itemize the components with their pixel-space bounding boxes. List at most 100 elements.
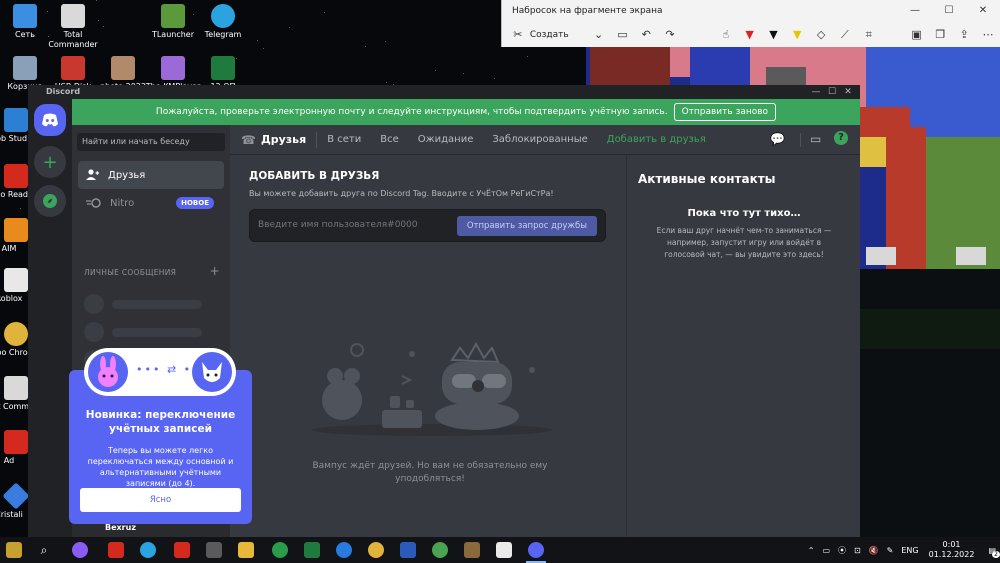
language-indicator[interactable]: ENG bbox=[901, 546, 918, 555]
recycle-bin-icon bbox=[13, 56, 37, 80]
create-button[interactable]: Создать bbox=[530, 30, 569, 40]
network-icon[interactable]: ⊡ bbox=[854, 546, 861, 555]
notifications-icon[interactable]: ▤ 2 bbox=[988, 546, 1000, 558]
chevron-down-icon[interactable]: ⌄ bbox=[587, 28, 611, 41]
taskbar-app-edge[interactable] bbox=[336, 542, 352, 558]
tab-pending[interactable]: Ожидание bbox=[418, 134, 474, 145]
highlighter-icon[interactable]: ▼ bbox=[785, 28, 809, 41]
save-icon[interactable]: ▣ bbox=[905, 28, 929, 41]
open-folder-icon[interactable]: ▭ bbox=[611, 28, 635, 41]
app-name: Discord bbox=[46, 87, 81, 96]
star bbox=[463, 73, 464, 74]
taskbar: ⌕ ⌃ ▭ ⦿ ⊡ 🔇 ✎ ENG 0:01 01.12.2022 ▤ 2 bbox=[0, 537, 1000, 563]
dm-placeholder bbox=[84, 294, 222, 314]
new-snip-icon[interactable]: ✂ bbox=[506, 28, 530, 41]
avatar-bunny bbox=[88, 352, 128, 392]
usb-disk-icon bbox=[61, 56, 85, 80]
taskbar-app-telegram[interactable] bbox=[140, 542, 156, 558]
sidebar-item-friends[interactable]: Друзья bbox=[78, 161, 224, 189]
close-button[interactable]: ✕ bbox=[840, 85, 856, 99]
server-list: + bbox=[28, 99, 72, 537]
add-friend-pane: ДОБАВИТЬ В ДРУЗЬЯ Вы можете добавить дру… bbox=[230, 155, 627, 537]
desktop-icon-total-commander[interactable]: Total Commander bbox=[42, 4, 104, 50]
chevron-up-icon[interactable]: ⌃ bbox=[808, 546, 815, 555]
taskbar-app-word[interactable] bbox=[400, 542, 416, 558]
search-icon[interactable]: ⌕ bbox=[36, 542, 52, 558]
sidebar-item-nitro[interactable]: Nitro НОВОЕ bbox=[78, 189, 224, 217]
ballpoint-pen-icon[interactable]: ▼ bbox=[738, 28, 762, 41]
taskbar-app-pdf[interactable] bbox=[174, 542, 190, 558]
username: Bexruz bbox=[105, 523, 136, 532]
taskbar-app-green[interactable] bbox=[272, 542, 288, 558]
snip-titlebar: Набросок на фрагменте экрана — ☐ ✕ bbox=[502, 0, 1000, 22]
notice-text: Пожалуйста, проверьте электронную почту … bbox=[155, 107, 668, 117]
tab-blocked[interactable]: Заблокированные bbox=[492, 134, 587, 145]
close-button[interactable]: ✕ bbox=[966, 0, 1000, 22]
desktop-icon-telegram[interactable]: Telegram bbox=[192, 4, 254, 40]
tab-online[interactable]: В сети bbox=[327, 134, 361, 145]
star bbox=[20, 208, 21, 209]
record-icon[interactable]: ⦿ bbox=[838, 545, 846, 556]
pencil-icon[interactable]: ▼ bbox=[762, 28, 786, 41]
tab-all[interactable]: Все bbox=[380, 134, 399, 145]
redo-icon[interactable]: ↷ bbox=[658, 28, 682, 41]
taskbar-app-minecraft[interactable] bbox=[464, 542, 480, 558]
snip-and-sketch-window: Набросок на фрагменте экрана — ☐ ✕ ✂ Соз… bbox=[501, 0, 1000, 47]
snip-toolbar: ✂ Создать ⌄ ▭ ↶ ↷ ☝ ▼ ▼ ▼ ◇ ⟋ ⌗ ▣ ❐ ⇪ ⋯ bbox=[502, 22, 1000, 47]
search-input[interactable]: Найти или начать беседу bbox=[77, 133, 225, 151]
taskbar-app-snip[interactable] bbox=[496, 542, 512, 558]
sidebar-item-label: Друзья bbox=[108, 169, 146, 181]
copy-icon[interactable]: ❐ bbox=[928, 28, 952, 41]
crop-icon[interactable]: ⌗ bbox=[857, 28, 881, 42]
popup-title: Новинка: переключение учётных записей bbox=[85, 409, 236, 435]
ruler-icon[interactable]: ⟋ bbox=[833, 28, 857, 42]
taskbar-app-explorer[interactable] bbox=[238, 542, 254, 558]
active-now-title: Активные контакты bbox=[638, 172, 776, 186]
new-badge: НОВОЕ bbox=[176, 197, 214, 209]
create-dm-button[interactable]: + bbox=[210, 264, 220, 278]
pen-icon[interactable]: ✎ bbox=[887, 546, 894, 555]
minimize-button[interactable]: — bbox=[808, 85, 824, 99]
home-button[interactable] bbox=[34, 104, 66, 136]
undo-icon[interactable]: ↶ bbox=[634, 28, 658, 41]
taskbar-app-purple[interactable] bbox=[72, 542, 88, 558]
page-title: Друзья bbox=[260, 133, 307, 146]
discord-logo-icon bbox=[42, 113, 58, 127]
volume-icon[interactable]: 🔇 bbox=[869, 546, 879, 555]
quiet-title: Пока что тут тихо… bbox=[687, 208, 801, 219]
system-tray: ⌃ ▭ ⦿ ⊡ 🔇 ✎ ENG 0:01 01.12.2022 ▤ 2 bbox=[808, 537, 1000, 563]
avatar-fox bbox=[192, 352, 232, 392]
battery-icon[interactable]: ▭ bbox=[822, 546, 830, 555]
dm-section-header: ЛИЧНЫЕ СООБЩЕНИЯ + bbox=[84, 264, 220, 278]
tab-add-friend[interactable]: Добавить в друзья bbox=[607, 134, 706, 145]
more-icon[interactable]: ⋯ bbox=[976, 28, 1000, 41]
got-it-button[interactable]: Ясно bbox=[80, 488, 241, 512]
touch-writing-icon[interactable]: ☝ bbox=[714, 28, 738, 41]
explore-servers-button[interactable] bbox=[34, 185, 66, 217]
clock[interactable]: 0:01 01.12.2022 bbox=[929, 540, 975, 560]
resend-button[interactable]: Отправить заново bbox=[673, 103, 777, 121]
taskbar-app-chrome-2[interactable] bbox=[432, 542, 448, 558]
share-icon[interactable]: ⇪ bbox=[952, 28, 976, 41]
popup-description: Теперь вы можете легко переключаться меж… bbox=[87, 446, 234, 488]
maximize-button[interactable]: ☐ bbox=[932, 0, 966, 22]
taskbar-app-calculator[interactable] bbox=[206, 542, 222, 558]
eraser-icon[interactable]: ◇ bbox=[809, 28, 833, 41]
star bbox=[435, 70, 436, 71]
star bbox=[289, 27, 290, 28]
inbox-icon[interactable]: ▭ bbox=[810, 132, 821, 146]
taskbar-app-adobe[interactable] bbox=[108, 542, 124, 558]
taskbar-app-excel[interactable] bbox=[304, 542, 320, 558]
help-icon[interactable]: ? bbox=[834, 131, 848, 145]
friends-icon bbox=[86, 169, 99, 180]
new-group-dm-icon[interactable]: 💬 bbox=[770, 132, 785, 146]
taskbar-app-chrome[interactable] bbox=[368, 542, 384, 558]
add-server-button[interactable]: + bbox=[34, 146, 66, 178]
taskbar-app-discord[interactable] bbox=[528, 542, 544, 558]
minimize-button[interactable]: — bbox=[898, 0, 932, 22]
star bbox=[494, 78, 495, 79]
kmplayer-icon bbox=[161, 56, 185, 80]
maximize-button[interactable]: ☐ bbox=[824, 85, 840, 99]
excel-icon bbox=[211, 56, 235, 80]
start-button[interactable] bbox=[6, 542, 22, 558]
